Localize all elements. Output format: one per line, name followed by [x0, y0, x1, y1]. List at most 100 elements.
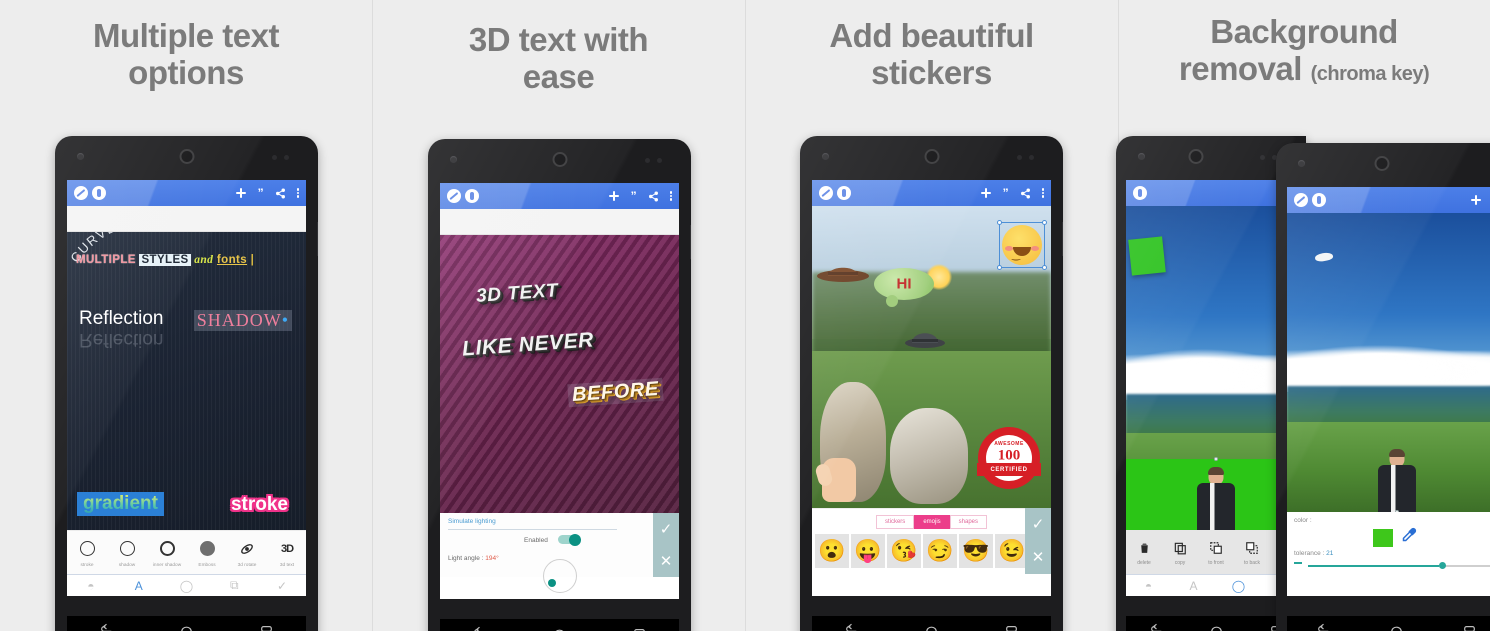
chroma-key-panel[interactable]: color : tolerance : 21: [1287, 512, 1490, 574]
editor-canvas-3[interactable]: HI AWESOME: [812, 206, 1051, 508]
power-button[interactable]: [690, 225, 691, 259]
shape-tab-icon[interactable]: ◯: [163, 579, 211, 593]
slider-thumb[interactable]: [1439, 562, 1447, 569]
tab-shapes[interactable]: shapes: [949, 515, 988, 529]
eyedropper-icon[interactable]: [1399, 527, 1417, 550]
emoji-option[interactable]: 😮: [815, 534, 849, 568]
editor-canvas-1[interactable]: MULTIPLE STYLES and fonts | Reflection R…: [67, 232, 306, 530]
selected-emoji-sticker[interactable]: [997, 220, 1047, 270]
thumbs-up-sticker[interactable]: [822, 458, 856, 502]
text-sample-gradient[interactable]: gradient: [77, 492, 164, 516]
back-icon[interactable]: [472, 626, 487, 631]
back-icon[interactable]: [844, 623, 859, 631]
effect-tool-inner-shadow[interactable]: inner shadow: [147, 538, 187, 568]
home-icon[interactable]: [1389, 623, 1404, 631]
edit-circle-icon[interactable]: [819, 186, 833, 200]
overflow-menu-icon[interactable]: [1041, 187, 1044, 199]
edit-circle-icon[interactable]: [1294, 193, 1308, 207]
confirm-controls-3[interactable]: ✓ ✕: [1025, 508, 1051, 574]
effect-tool-shadow[interactable]: shadow: [107, 538, 147, 568]
resize-handle[interactable]: [1042, 220, 1047, 225]
share-icon[interactable]: [648, 191, 659, 202]
overflow-menu-icon[interactable]: [669, 190, 672, 202]
android-nav-bar-4-front[interactable]: [1287, 616, 1490, 631]
text-sample-shadow[interactable]: SHADOW•: [193, 310, 292, 331]
brush-tab-icon[interactable]: ✓: [258, 579, 306, 593]
plus-icon[interactable]: [980, 187, 992, 199]
recents-icon[interactable]: [632, 626, 647, 631]
cancel-button[interactable]: ✕: [660, 554, 673, 569]
effects-toolbar[interactable]: stroke shadow inner shadow Emboss 3d rot…: [67, 530, 306, 574]
effect-tool-stroke[interactable]: stroke: [67, 538, 107, 568]
emoji-option[interactable]: 😛: [851, 534, 885, 568]
emoji-option[interactable]: 😏: [923, 534, 957, 568]
text-sample-multiple-styles[interactable]: MULTIPLE STYLES and fonts |: [76, 254, 254, 266]
text-sample-stroke[interactable]: stroke: [231, 494, 288, 516]
editor-tabbar-1[interactable]: ◓ A ◯ ⧉ ✓: [67, 574, 306, 596]
share-icon[interactable]: [275, 188, 286, 199]
home-icon[interactable]: [924, 623, 939, 631]
recents-icon[interactable]: [259, 623, 274, 631]
overflow-menu-icon[interactable]: [296, 187, 299, 199]
object-tool-copy[interactable]: copy: [1162, 538, 1198, 566]
confirm-controls-2[interactable]: ✓ ✕: [653, 513, 679, 577]
back-icon[interactable]: [1316, 623, 1331, 631]
text-3d-line-2[interactable]: LIKE NEVER: [461, 328, 594, 361]
home-icon[interactable]: [1209, 623, 1224, 631]
cowboy-hat-sticker[interactable]: [816, 260, 870, 282]
text-tab-icon[interactable]: A: [1171, 579, 1216, 593]
android-nav-bar-2[interactable]: [440, 619, 679, 631]
bowler-hat-sticker[interactable]: [904, 324, 946, 348]
emoji-option[interactable]: 😉: [995, 534, 1029, 568]
accept-button[interactable]: ✓: [1032, 517, 1045, 532]
certified-badge-sticker[interactable]: AWESOME 100 CERTIFIED: [977, 430, 1041, 486]
plus-icon[interactable]: [235, 187, 247, 199]
editor-canvas-2[interactable]: 3D TEXT LIKE NEVER BEFORE: [440, 235, 679, 513]
power-button[interactable]: [317, 222, 318, 256]
resize-handle[interactable]: [997, 265, 1002, 270]
quote-icon[interactable]: ”: [631, 190, 637, 202]
sticker-picker-panel[interactable]: stickers emojis shapes 😮 😛 😘 😏 😎 😉: [812, 508, 1051, 574]
resize-handle[interactable]: [1042, 265, 1047, 270]
object-tool-delete[interactable]: delete: [1126, 538, 1162, 566]
plus-icon[interactable]: [608, 190, 620, 202]
cancel-button[interactable]: ✕: [1032, 550, 1045, 565]
text-sample-reflection[interactable]: Reflection Reflection: [79, 308, 164, 350]
android-nav-bar-1[interactable]: [67, 616, 306, 631]
light-angle-dial[interactable]: [542, 559, 577, 593]
quote-icon[interactable]: ”: [258, 187, 264, 199]
effect-tool-3d-text[interactable]: 3D 3d text: [267, 538, 306, 568]
home-icon[interactable]: [552, 626, 567, 631]
presenter-cutout[interactable]: [1376, 449, 1418, 512]
share-icon[interactable]: [1020, 188, 1031, 199]
shape-tab-icon[interactable]: ◯: [1216, 579, 1261, 593]
image-tab-icon[interactable]: ◓: [1126, 579, 1171, 593]
text-tab-icon[interactable]: A: [115, 579, 163, 593]
speech-bubble-sticker[interactable]: HI: [874, 268, 934, 307]
crop-circle-icon[interactable]: [1312, 193, 1326, 207]
minus-icon[interactable]: [1294, 562, 1302, 564]
crop-circle-icon[interactable]: [837, 186, 851, 200]
crop-circle-icon[interactable]: [465, 189, 479, 203]
emoji-option[interactable]: 😘: [887, 534, 921, 568]
presenter-cutout[interactable]: [1195, 467, 1237, 530]
text-3d-line-3[interactable]: BEFORE: [567, 377, 664, 408]
enabled-toggle[interactable]: [558, 533, 581, 546]
resize-handle[interactable]: [997, 220, 1002, 225]
android-nav-bar-3[interactable]: [812, 616, 1051, 631]
tab-emojis[interactable]: emojis: [914, 515, 950, 529]
power-button[interactable]: [1062, 222, 1063, 256]
crop-circle-icon[interactable]: [92, 186, 106, 200]
home-icon[interactable]: [179, 623, 194, 631]
recents-icon[interactable]: [1462, 623, 1477, 631]
quote-icon[interactable]: ”: [1003, 187, 1009, 199]
edit-circle-icon[interactable]: [74, 186, 88, 200]
sticker-picker-tabs[interactable]: stickers emojis shapes: [812, 509, 1051, 529]
editor-canvas-4-front[interactable]: [1287, 213, 1490, 512]
emoji-option[interactable]: 😎: [959, 534, 993, 568]
emoji-strip[interactable]: 😮 😛 😘 😏 😎 😉: [812, 529, 1051, 568]
edit-circle-icon[interactable]: [447, 189, 461, 203]
image-tab-icon[interactable]: ◓: [67, 579, 115, 593]
accept-button[interactable]: ✓: [660, 522, 673, 537]
tab-stickers[interactable]: stickers: [875, 515, 915, 529]
